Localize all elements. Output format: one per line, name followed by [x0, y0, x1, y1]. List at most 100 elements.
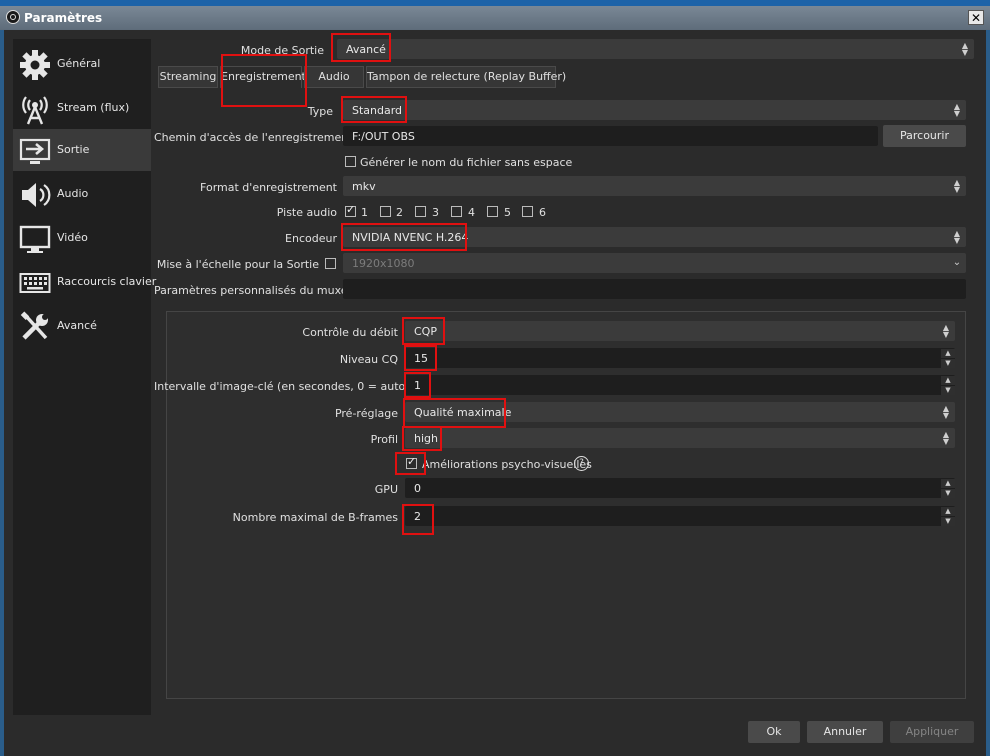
sidebar-item-label: Général: [57, 57, 101, 70]
encoder-settings-group: [166, 311, 966, 699]
keyframe-interval-label: Intervalle d'image-clé (en secondes, 0 =…: [154, 380, 410, 393]
profile-label: Profil: [370, 433, 398, 446]
recording-path-label: Chemin d'accès de l'enregistrement: [154, 131, 353, 144]
preset-label: Pré-réglage: [334, 407, 398, 420]
recording-format-label: Format d'enregistrement: [200, 181, 337, 194]
help-icon[interactable]: ?: [574, 456, 589, 471]
gpu-label: GPU: [374, 483, 398, 496]
highlight-box: [403, 398, 506, 428]
sidebar-item-video[interactable]: Vidéo: [13, 217, 151, 259]
gear-icon: [20, 50, 50, 80]
sidebar-item-label: Vidéo: [57, 231, 88, 244]
profile-select[interactable]: high ▲ ▼: [405, 428, 955, 448]
antenna-icon: [22, 96, 48, 125]
sidebar: Général Stream (flux) Sortie Audio Vidéo…: [13, 39, 156, 715]
audio-track-1-checkbox[interactable]: [345, 203, 356, 217]
tab-streaming[interactable]: Streaming: [158, 66, 218, 88]
browse-button[interactable]: Parcourir: [883, 125, 966, 147]
highlight-box: [395, 452, 426, 475]
highlight-box: [341, 96, 407, 123]
psycho-visual-label: Améliorations psycho-visuelles: [422, 458, 592, 471]
select-arrows-icon: ▲ ▼: [953, 229, 961, 245]
audio-track-6-checkbox[interactable]: [522, 206, 533, 217]
muxer-settings-input[interactable]: [343, 279, 966, 299]
gpu-spinbox[interactable]: 0 ▲ ▼: [405, 478, 955, 498]
audio-track-2-checkbox[interactable]: [380, 206, 391, 217]
audio-track-3-label: 3: [432, 206, 439, 219]
sidebar-item-general[interactable]: Général: [13, 43, 151, 85]
speaker-icon: [22, 183, 51, 207]
spin-arrows-icon[interactable]: ▲ ▼: [941, 478, 955, 498]
sidebar-item-label: Avancé: [57, 319, 97, 332]
monitor-icon: [19, 225, 51, 253]
spin-arrows-icon[interactable]: ▲ ▼: [941, 348, 955, 368]
no-space-filename-checkbox[interactable]: [345, 156, 356, 167]
cq-level-spinbox[interactable]: 15 ▲ ▼: [405, 348, 955, 368]
select-arrows-icon: ▲ ▼: [953, 178, 961, 194]
max-bframes-spinbox[interactable]: 2 ▲ ▼: [405, 506, 955, 526]
select-arrows-icon: ▲ ▼: [942, 430, 950, 446]
apply-button[interactable]: Appliquer: [890, 721, 974, 743]
sidebar-item-label: Stream (flux): [57, 101, 130, 114]
highlight-box: [402, 426, 442, 451]
title-bar: Paramètres ✕: [0, 6, 990, 30]
highlight-box: [221, 54, 307, 107]
sidebar-item-label: Raccourcis clavier: [57, 275, 157, 288]
highlight-box: [402, 317, 445, 345]
muxer-settings-label: Paramètres personnalisés du muxer: [154, 284, 353, 297]
close-button[interactable]: ✕: [968, 10, 984, 25]
audio-track-4-checkbox[interactable]: [451, 206, 462, 217]
settings-window: Général Stream (flux) Sortie Audio Vidéo…: [4, 30, 986, 756]
rescale-label: Mise à l'échelle pour la Sortie: [156, 258, 319, 271]
ok-button[interactable]: Ok: [748, 721, 800, 743]
audio-track-4-label: 4: [468, 206, 475, 219]
sidebar-item-label: Audio: [57, 187, 89, 200]
output-mode-select[interactable]: Avancé ▲ ▼: [337, 39, 974, 59]
audio-track-3-checkbox[interactable]: [415, 206, 426, 217]
highlight-box: [402, 504, 434, 535]
max-bframes-label: Nombre maximal de B-frames: [232, 511, 398, 524]
cancel-button[interactable]: Annuler: [807, 721, 883, 743]
audio-track-2-label: 2: [396, 206, 403, 219]
sidebar-item-advanced[interactable]: Avancé: [13, 305, 151, 347]
recording-path-input[interactable]: F:/OUT OBS: [343, 126, 878, 146]
spin-arrows-icon[interactable]: ▲ ▼: [941, 375, 955, 395]
audio-track-6-label: 6: [539, 206, 546, 219]
sidebar-item-audio[interactable]: Audio: [13, 173, 151, 215]
sidebar-item-label: Sortie: [57, 143, 90, 156]
highlight-box: [341, 223, 467, 251]
highlight-box: [404, 345, 437, 371]
tab-audio[interactable]: Audio: [304, 66, 364, 88]
highlight-box: [331, 33, 391, 62]
rescale-select: 1920x1080 ⌄: [343, 253, 966, 273]
spin-arrows-icon[interactable]: ▲ ▼: [941, 506, 955, 526]
type-select[interactable]: Standard ▲ ▼: [343, 100, 966, 120]
rescale-checkbox[interactable]: [325, 258, 336, 269]
audio-tracks-label: Piste audio: [276, 206, 337, 219]
sidebar-item-hotkeys[interactable]: Raccourcis clavier: [13, 261, 156, 303]
audio-track-5-checkbox[interactable]: [487, 206, 498, 217]
window-title: Paramètres: [24, 11, 103, 25]
audio-track-5-label: 5: [504, 206, 511, 219]
highlight-box: [404, 372, 431, 398]
select-arrows-icon: ▲ ▼: [953, 102, 961, 118]
select-arrows-icon: ▲ ▼: [942, 323, 950, 339]
no-space-filename-label: Générer le nom du fichier sans espace: [360, 156, 573, 169]
encoder-label: Encodeur: [285, 232, 337, 245]
sidebar-item-stream[interactable]: Stream (flux): [13, 87, 151, 129]
keyframe-interval-spinbox[interactable]: 1 ▲ ▼: [405, 375, 955, 395]
tab-replay-buffer[interactable]: Tampon de relecture (Replay Buffer): [366, 66, 566, 88]
select-arrows-icon: ▲ ▼: [961, 41, 969, 57]
sidebar-item-output[interactable]: Sortie: [13, 129, 151, 171]
cq-level-label: Niveau CQ: [339, 353, 398, 366]
tools-icon: [20, 311, 48, 340]
recording-format-select[interactable]: mkv ▲ ▼: [343, 176, 966, 196]
rate-control-label: Contrôle du débit: [302, 326, 398, 339]
select-arrows-icon: ▲ ▼: [942, 404, 950, 420]
keyboard-icon: [19, 273, 51, 293]
chevron-down-icon: ⌄: [952, 257, 962, 268]
rate-control-select[interactable]: CQP ▲ ▼: [405, 321, 955, 341]
obs-logo-icon: [6, 10, 20, 24]
output-monitor-icon: [19, 138, 51, 164]
audio-track-1-label: 1: [361, 206, 368, 219]
